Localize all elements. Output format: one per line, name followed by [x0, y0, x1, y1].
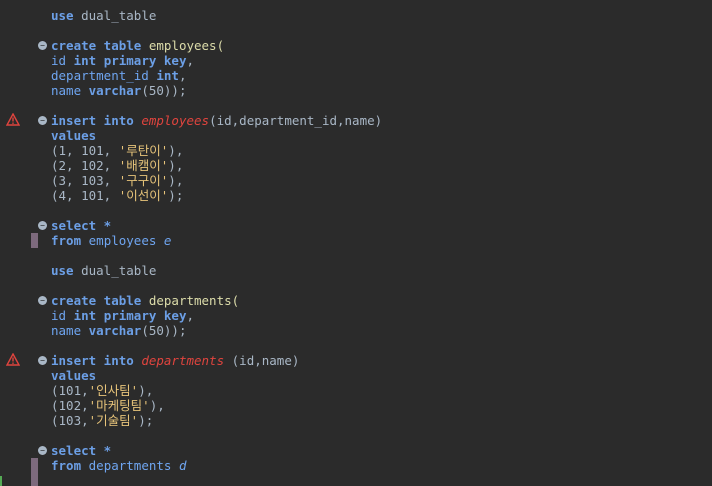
code-line[interactable]: (3, 103, '구구이'),	[0, 173, 712, 188]
fold-collapse-icon[interactable]: −	[38, 221, 47, 230]
code-line[interactable]: name varchar(50));	[0, 323, 712, 338]
fold-collapse-icon[interactable]: −	[38, 446, 47, 455]
code-line[interactable]: from departments d	[0, 458, 712, 486]
fold-collapse-icon[interactable]: −	[38, 41, 47, 50]
code-line[interactable]: values	[0, 128, 712, 143]
warning-icon[interactable]	[6, 113, 20, 126]
code-line[interactable]: values	[0, 368, 712, 383]
code-line[interactable]: use dual_table	[0, 8, 712, 23]
code-line[interactable]: − insert into employees(id,department_id…	[0, 113, 712, 128]
current-statement-marker	[31, 233, 38, 248]
schema-name: dual_table	[81, 8, 157, 23]
code-line[interactable]: name varchar(50));	[0, 83, 712, 98]
code-line[interactable]: use dual_table	[0, 263, 712, 278]
code-line[interactable]: − select *	[0, 218, 712, 233]
code-line[interactable]: from employees e	[0, 233, 712, 248]
code-line[interactable]: id int primary key,	[0, 308, 712, 323]
code-line[interactable]: − insert into departments (id,name)	[0, 353, 712, 368]
code-line[interactable]: department_id int,	[0, 68, 712, 83]
code-line[interactable]: id int primary key,	[0, 53, 712, 68]
table-name: employees(	[148, 38, 225, 53]
fold-collapse-icon[interactable]: −	[38, 356, 47, 365]
change-marker	[0, 476, 2, 486]
code-line[interactable]: − create table employees(	[0, 38, 712, 53]
code-line[interactable]: (103,'기술팀');	[0, 413, 712, 428]
code-line[interactable]: (1, 101, '루탄이'),	[0, 143, 712, 158]
code-line[interactable]: (102,'마케팅팀'),	[0, 398, 712, 413]
code-line[interactable]: − create table departments(	[0, 293, 712, 308]
warning-icon[interactable]	[6, 353, 20, 366]
keyword-use: use	[51, 8, 74, 23]
current-statement-marker	[31, 458, 38, 486]
fold-collapse-icon[interactable]: −	[38, 116, 47, 125]
sql-editor[interactable]: use dual_table − create table employees(…	[0, 0, 712, 486]
unresolved-table: employees	[141, 113, 210, 128]
unresolved-table: departments	[141, 353, 225, 368]
keyword: create table	[51, 38, 142, 53]
code-line[interactable]: − select *	[0, 443, 712, 458]
code-line[interactable]: (2, 102, '배캠이'),	[0, 158, 712, 173]
code-line[interactable]: (4, 101, '이선이');	[0, 188, 712, 203]
code-line[interactable]: (101,'인사팀'),	[0, 383, 712, 398]
fold-collapse-icon[interactable]: −	[38, 296, 47, 305]
